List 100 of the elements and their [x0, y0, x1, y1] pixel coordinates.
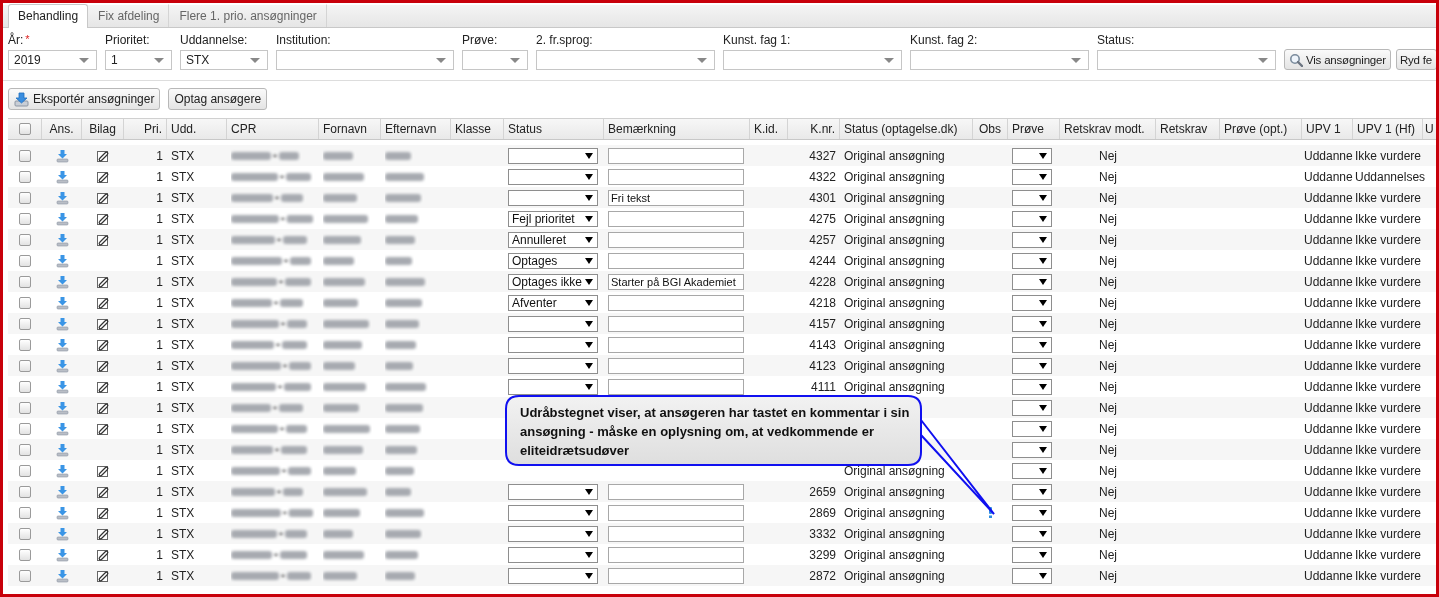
download-icon[interactable]	[55, 442, 69, 457]
download-icon[interactable]	[55, 295, 69, 310]
checkbox[interactable]	[19, 548, 31, 561]
test-dropdown[interactable]	[1012, 462, 1052, 479]
download-icon[interactable]	[55, 148, 69, 163]
remark-field[interactable]	[608, 210, 744, 227]
status-dropdown[interactable]	[508, 546, 598, 563]
checkbox[interactable]	[19, 569, 31, 582]
test-dropdown[interactable]	[1012, 504, 1052, 521]
download-icon[interactable]	[55, 505, 69, 520]
checkbox[interactable]	[19, 149, 31, 162]
status-dropdown[interactable]	[508, 483, 598, 500]
status-dropdown[interactable]	[508, 189, 598, 206]
filter-dropdown[interactable]	[1097, 50, 1276, 70]
status-dropdown[interactable]: Annulleret	[508, 231, 598, 248]
status-dropdown[interactable]	[508, 315, 598, 332]
column-header[interactable]: Obs	[973, 119, 1008, 139]
tab[interactable]: Fix afdeling	[88, 4, 170, 27]
filter-dropdown[interactable]	[276, 50, 454, 70]
checkbox[interactable]	[19, 443, 31, 456]
column-header[interactable]: Bilag	[82, 119, 124, 139]
checkbox[interactable]	[19, 380, 31, 393]
remark-field[interactable]	[608, 168, 744, 185]
remark-field[interactable]	[608, 336, 744, 353]
column-header[interactable]: Ans.	[42, 119, 82, 139]
download-icon[interactable]	[55, 400, 69, 415]
status-dropdown[interactable]: Fejl prioritet	[508, 210, 598, 227]
test-dropdown[interactable]	[1012, 294, 1052, 311]
column-header[interactable]: Efternavn	[381, 119, 451, 139]
status-dropdown[interactable]: Optages	[508, 252, 598, 269]
checkbox[interactable]	[19, 275, 31, 288]
test-dropdown[interactable]	[1012, 420, 1052, 437]
checkbox[interactable]	[19, 359, 31, 372]
test-dropdown[interactable]	[1012, 357, 1052, 374]
checkbox[interactable]	[19, 254, 31, 267]
test-dropdown[interactable]	[1012, 252, 1052, 269]
remark-field[interactable]	[608, 378, 744, 395]
filter-button[interactable]: Vis ansøgninger	[1284, 49, 1391, 70]
download-icon[interactable]	[55, 190, 69, 205]
test-dropdown[interactable]	[1012, 231, 1052, 248]
filter-dropdown[interactable]: 1	[105, 50, 172, 70]
download-icon[interactable]	[55, 316, 69, 331]
column-header[interactable]: Status	[504, 119, 604, 139]
remark-field[interactable]	[608, 252, 744, 269]
column-header[interactable]: Status (optagelse.dk)	[840, 119, 973, 139]
filter-dropdown[interactable]	[536, 50, 715, 70]
status-dropdown[interactable]: Afventer	[508, 294, 598, 311]
column-header[interactable]: Pri.	[124, 119, 167, 139]
filter-dropdown[interactable]	[910, 50, 1089, 70]
status-dropdown[interactable]	[508, 525, 598, 542]
checkbox[interactable]	[19, 212, 31, 225]
status-dropdown[interactable]	[508, 567, 598, 584]
filter-dropdown[interactable]	[462, 50, 528, 70]
download-icon[interactable]	[55, 484, 69, 499]
download-icon[interactable]	[55, 358, 69, 373]
test-dropdown[interactable]	[1012, 399, 1052, 416]
checkbox[interactable]	[19, 233, 31, 246]
test-dropdown[interactable]	[1012, 315, 1052, 332]
column-header[interactable]: CPR	[227, 119, 319, 139]
column-header[interactable]: Udd.	[167, 119, 227, 139]
remark-field[interactable]: Fri tekst	[608, 189, 744, 206]
test-dropdown[interactable]	[1012, 567, 1052, 584]
column-header[interactable]: UPV 1 (Hf)	[1353, 119, 1423, 139]
checkbox[interactable]	[19, 317, 31, 330]
test-dropdown[interactable]	[1012, 210, 1052, 227]
checkbox[interactable]	[19, 338, 31, 351]
column-header[interactable]: Klasse	[451, 119, 504, 139]
test-dropdown[interactable]	[1012, 483, 1052, 500]
column-header[interactable]: Retskrav modt.	[1060, 119, 1156, 139]
test-dropdown[interactable]	[1012, 378, 1052, 395]
test-dropdown[interactable]	[1012, 336, 1052, 353]
status-dropdown[interactable]	[508, 378, 598, 395]
column-header[interactable]: UPV 1	[1302, 119, 1353, 139]
download-icon[interactable]	[55, 232, 69, 247]
checkbox[interactable]	[19, 191, 31, 204]
checkbox[interactable]	[19, 296, 31, 309]
checkbox[interactable]	[18, 123, 31, 135]
download-icon[interactable]	[55, 463, 69, 478]
remark-field[interactable]	[608, 147, 744, 164]
filter-button[interactable]: Ryd fe	[1395, 49, 1436, 70]
column-header[interactable]: Fornavn	[319, 119, 381, 139]
remark-field[interactable]	[608, 483, 744, 500]
test-dropdown[interactable]	[1012, 273, 1052, 290]
status-dropdown[interactable]: Optages ikke	[508, 273, 598, 290]
status-dropdown[interactable]	[508, 168, 598, 185]
test-dropdown[interactable]	[1012, 546, 1052, 563]
column-header[interactable]: K.nr.	[788, 119, 840, 139]
tab[interactable]: Flere 1. prio. ansøgninger	[169, 4, 327, 27]
column-header[interactable]: U	[1423, 119, 1436, 139]
remark-field[interactable]	[608, 315, 744, 332]
remark-field[interactable]	[608, 357, 744, 374]
remark-field[interactable]	[608, 231, 744, 248]
toolbar-button[interactable]: Optag ansøgere	[168, 88, 268, 110]
remark-field[interactable]	[608, 567, 744, 584]
download-icon[interactable]	[55, 379, 69, 394]
test-dropdown[interactable]	[1012, 147, 1052, 164]
status-dropdown[interactable]	[508, 336, 598, 353]
column-header[interactable]: Prøve	[1008, 119, 1060, 139]
filter-dropdown[interactable]	[723, 50, 902, 70]
test-dropdown[interactable]	[1012, 168, 1052, 185]
